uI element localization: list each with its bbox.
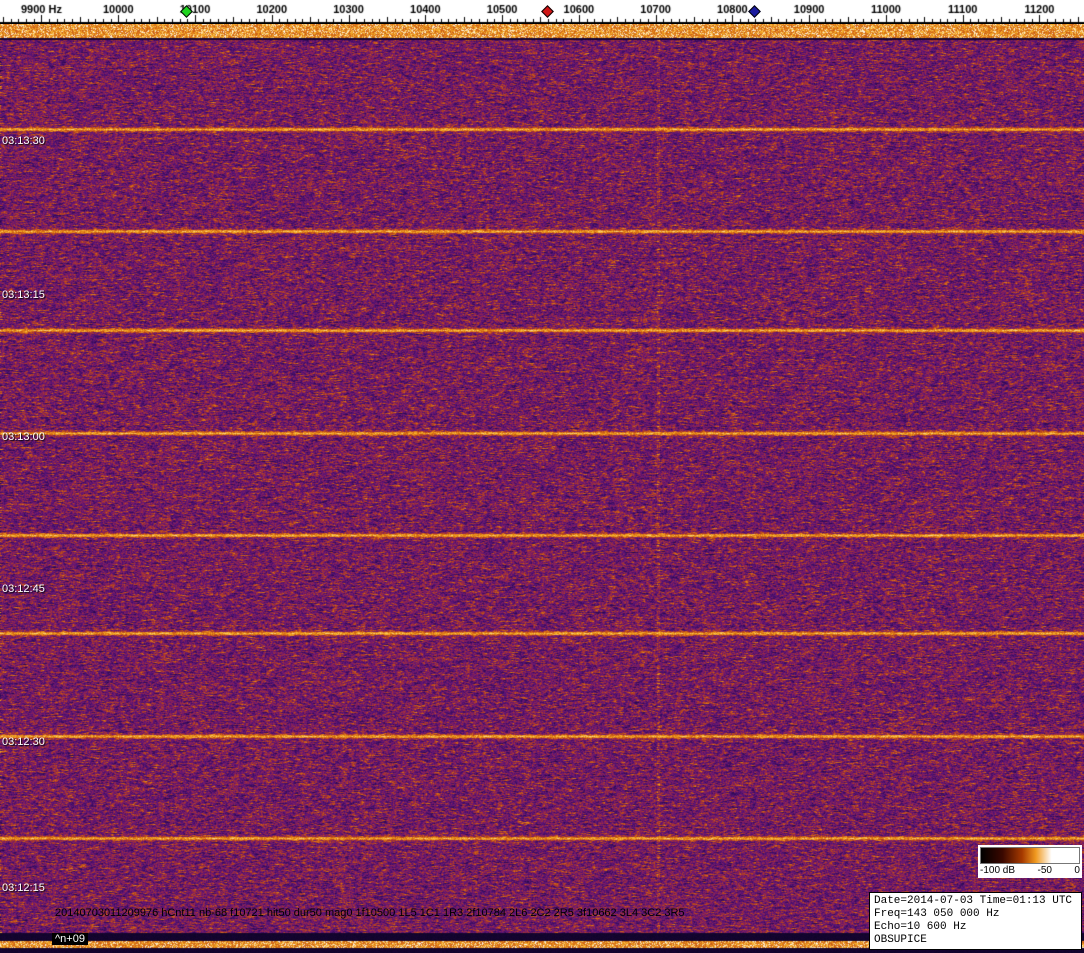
observation-info-box: Date=2014-07-03 Time=01:13 UTC Freq=143 … bbox=[869, 892, 1082, 950]
info-date-line: Date=2014-07-03 Time=01:13 UTC bbox=[874, 895, 1073, 907]
frame-counter: ^n+09 bbox=[52, 933, 88, 945]
info-freq-line: Freq=143 050 000 Hz bbox=[874, 908, 1000, 920]
legend-min-label: -100 dB bbox=[980, 865, 1016, 876]
info-echo-line: Echo=10 600 Hz bbox=[874, 921, 967, 933]
spectrogram-window: 03:13:30 03:13:15 03:13:00 03:12:45 03:12:30… bbox=[0, 0, 1084, 953]
info-station-line: OBSUPICE bbox=[874, 934, 927, 946]
time-label: 03:12:45 bbox=[2, 583, 45, 595]
time-label: 03:12:15 bbox=[2, 882, 45, 894]
db-color-legend: -100 dB -50 0 bbox=[978, 845, 1082, 878]
db-gradient-bar bbox=[980, 847, 1080, 864]
time-label: 03:13:30 bbox=[2, 135, 45, 147]
db-legend-labels: -100 dB -50 0 bbox=[980, 865, 1080, 876]
legend-max-label: 0 bbox=[1074, 865, 1080, 876]
spectrogram-canvas bbox=[0, 24, 1084, 953]
legend-mid-label: -50 bbox=[1037, 865, 1052, 876]
time-label: 03:12:30 bbox=[2, 736, 45, 748]
time-label: 03:13:00 bbox=[2, 431, 45, 443]
time-label: 03:13:15 bbox=[2, 289, 45, 301]
detection-status-line: 20140703011209976 hCnt11 nb-68 f10721 hi… bbox=[55, 907, 685, 919]
